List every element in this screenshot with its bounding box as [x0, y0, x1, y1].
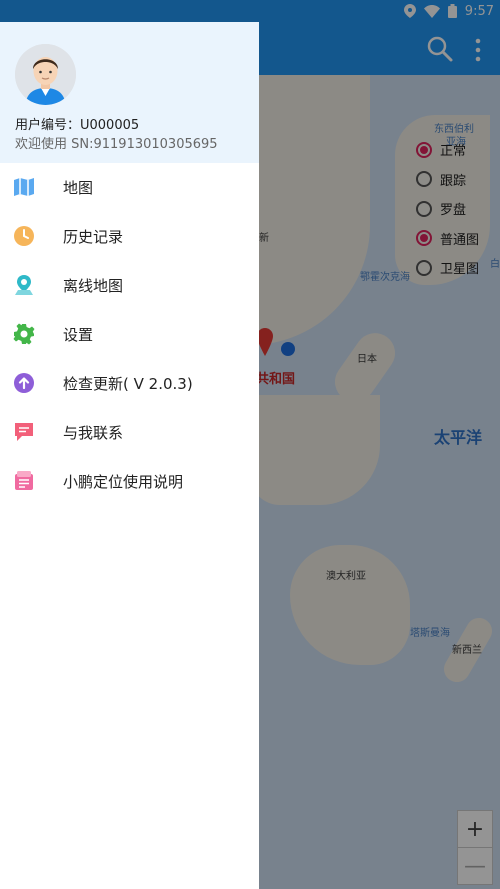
- menu-label: 检查更新( V 2.0.3): [63, 375, 193, 393]
- menu-label: 小鹏定位使用说明: [63, 473, 184, 491]
- serial-number-label: 欢迎使用 SN:911913010305695: [15, 137, 218, 152]
- menu-item-contact[interactable]: 与我联系: [0, 408, 259, 457]
- menu-label: 设置: [63, 326, 94, 344]
- menu-item-settings[interactable]: 设置: [0, 310, 259, 359]
- avatar[interactable]: [15, 44, 76, 105]
- menu-label: 历史记录: [63, 228, 124, 246]
- drawer-menu: 地图 历史记录 离线地图 设置 检查更新( V 2.0.3) 与我联系 小鹏定位…: [0, 163, 259, 506]
- menu-label: 地图: [63, 179, 94, 197]
- menu-label: 与我联系: [63, 424, 124, 442]
- location-pin-icon: [15, 275, 33, 295]
- menu-label: 离线地图: [63, 277, 124, 295]
- user-id-label: 用户编号：U000005: [15, 118, 140, 133]
- menu-item-check-update[interactable]: 检查更新( V 2.0.3): [0, 359, 259, 408]
- document-icon: [15, 471, 33, 490]
- upload-arrow-icon: [14, 373, 34, 393]
- menu-item-history[interactable]: 历史记录: [0, 212, 259, 261]
- clock-icon: [14, 226, 34, 246]
- gear-icon: [13, 323, 35, 345]
- menu-item-map[interactable]: 地图: [0, 163, 259, 212]
- menu-item-instructions[interactable]: 小鹏定位使用说明: [0, 457, 259, 506]
- navigation-drawer: 用户编号：U000005 欢迎使用 SN:911913010305695 地图 …: [0, 22, 259, 889]
- chat-icon: [15, 423, 33, 441]
- menu-item-offline-map[interactable]: 离线地图: [0, 261, 259, 310]
- map-icon: [14, 178, 34, 196]
- drawer-header: 用户编号：U000005 欢迎使用 SN:911913010305695: [0, 22, 259, 163]
